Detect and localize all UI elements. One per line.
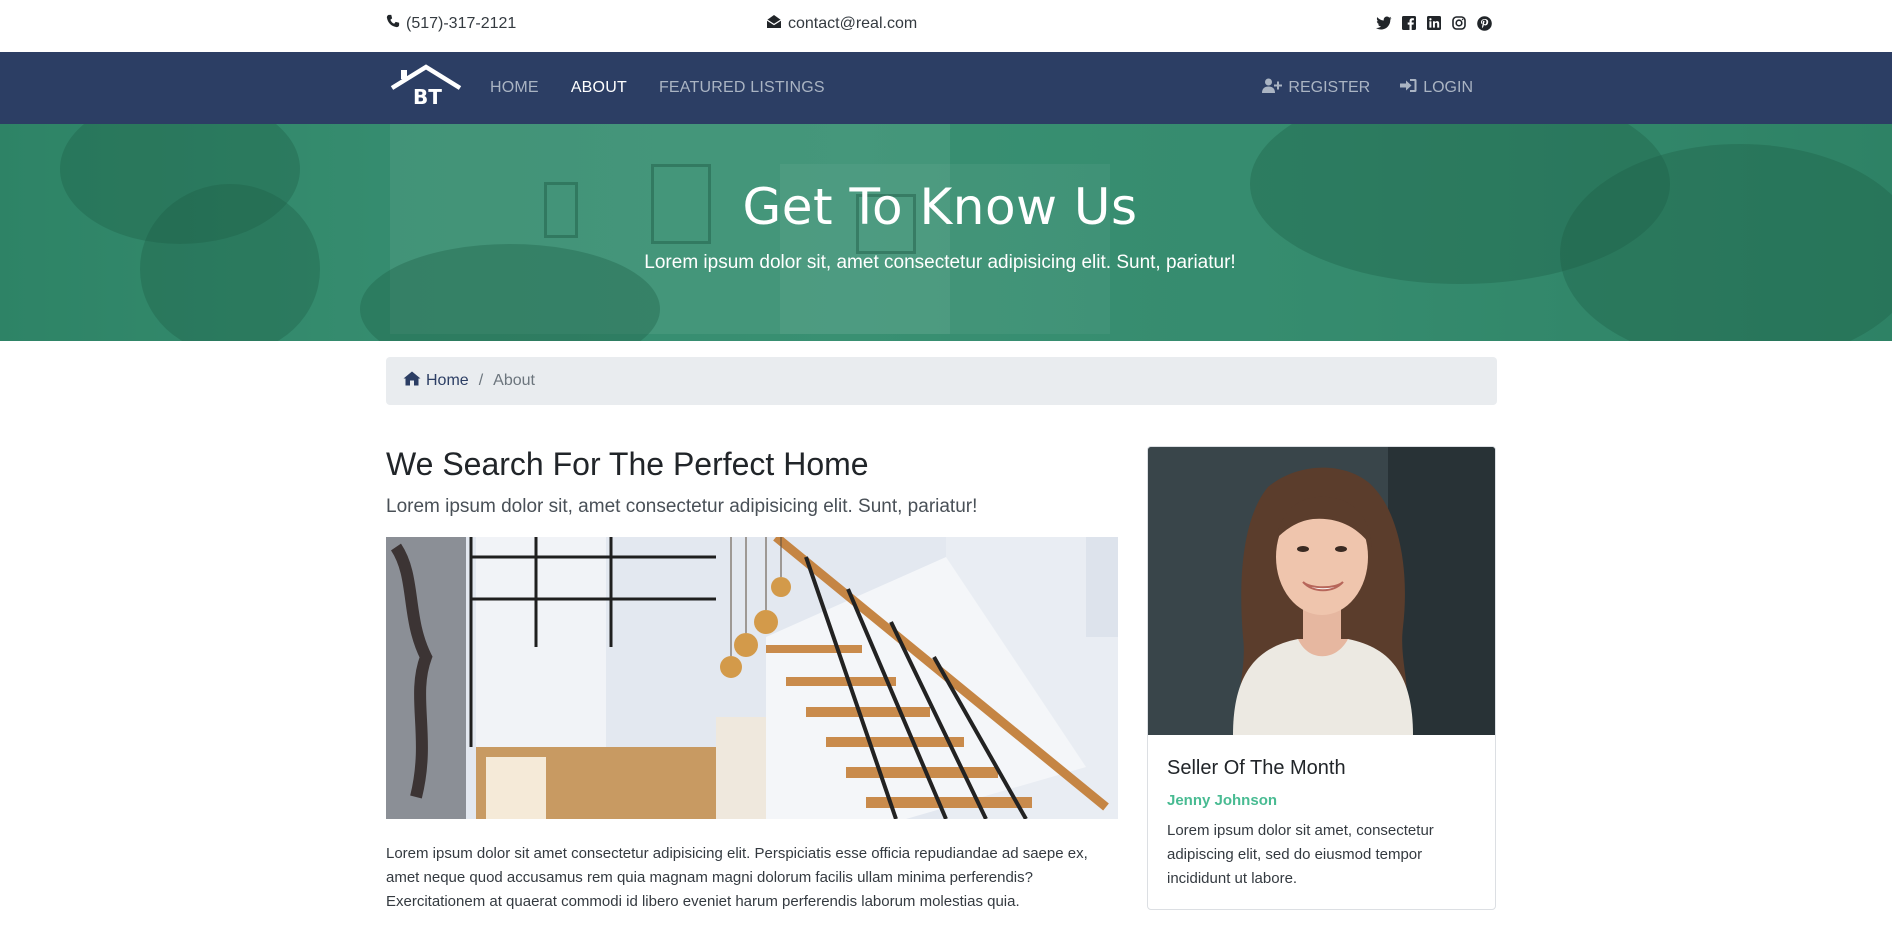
section-title: We Search For The Perfect Home (386, 446, 869, 482)
email-address: contact@real.com (788, 15, 918, 32)
envelope-open-icon (766, 14, 782, 34)
brand-logo[interactable]: BT (388, 64, 464, 110)
logo-text: BT (413, 85, 442, 109)
sign-in-icon (1400, 78, 1417, 98)
register-link[interactable]: REGISTER (1262, 78, 1370, 98)
main-navbar: BT HOME ABOUT FEATURED LISTINGS REGISTER… (0, 52, 1892, 124)
home-icon (403, 371, 421, 391)
user-plus-icon (1262, 78, 1283, 98)
nav-home[interactable]: HOME (490, 79, 539, 97)
primary-nav: HOME ABOUT FEATURED LISTINGS (490, 52, 825, 124)
breadcrumb-current: About (493, 372, 535, 389)
auth-nav: REGISTER LOGIN (1262, 52, 1473, 124)
seller-description: Lorem ipsum dolor sit amet, consectetur … (1167, 822, 1434, 887)
pinterest-icon[interactable] (1476, 15, 1492, 31)
seller-portrait-image (1148, 447, 1495, 735)
card-title: Seller Of The Month (1167, 757, 1346, 779)
top-contact-bar: (517)-317-2121 contact@real.com (0, 0, 1892, 52)
phone-info: (517)-317-2121 (386, 14, 516, 33)
instagram-icon[interactable] (1451, 15, 1467, 31)
interior-staircase-image (386, 537, 1118, 819)
login-link[interactable]: LOGIN (1400, 78, 1473, 98)
section-subtitle: Lorem ipsum dolor sit, amet consectetur … (386, 496, 978, 517)
seller-name: Jenny Johnson (1167, 792, 1278, 809)
hero-subtitle: Lorem ipsum dolor sit, amet consectetur … (644, 252, 1236, 273)
hero-banner: Get To Know Us Lorem ipsum dolor sit, am… (0, 124, 1892, 341)
facebook-icon[interactable] (1401, 15, 1417, 31)
nav-about[interactable]: ABOUT (571, 79, 627, 97)
seller-of-month-card: Seller Of The Month Jenny Johnson Lorem … (1147, 446, 1496, 910)
phone-icon (386, 14, 400, 33)
section-body-text: Lorem ipsum dolor sit amet consectetur a… (386, 845, 1088, 910)
linkedin-icon[interactable] (1426, 15, 1442, 31)
breadcrumb-home-link[interactable]: Home (403, 371, 469, 391)
nav-featured-listings[interactable]: FEATURED LISTINGS (659, 79, 825, 97)
register-label: REGISTER (1288, 79, 1371, 96)
phone-number: (517)-317-2121 (406, 14, 517, 32)
breadcrumb-home-label: Home (426, 372, 469, 389)
breadcrumb: Home / About (386, 357, 1497, 405)
email-info: contact@real.com (766, 14, 917, 34)
login-label: LOGIN (1423, 79, 1473, 96)
breadcrumb-separator: / (478, 372, 484, 389)
social-links (1376, 15, 1492, 31)
twitter-icon[interactable] (1376, 15, 1392, 31)
hero-title: Get To Know Us (742, 178, 1138, 236)
